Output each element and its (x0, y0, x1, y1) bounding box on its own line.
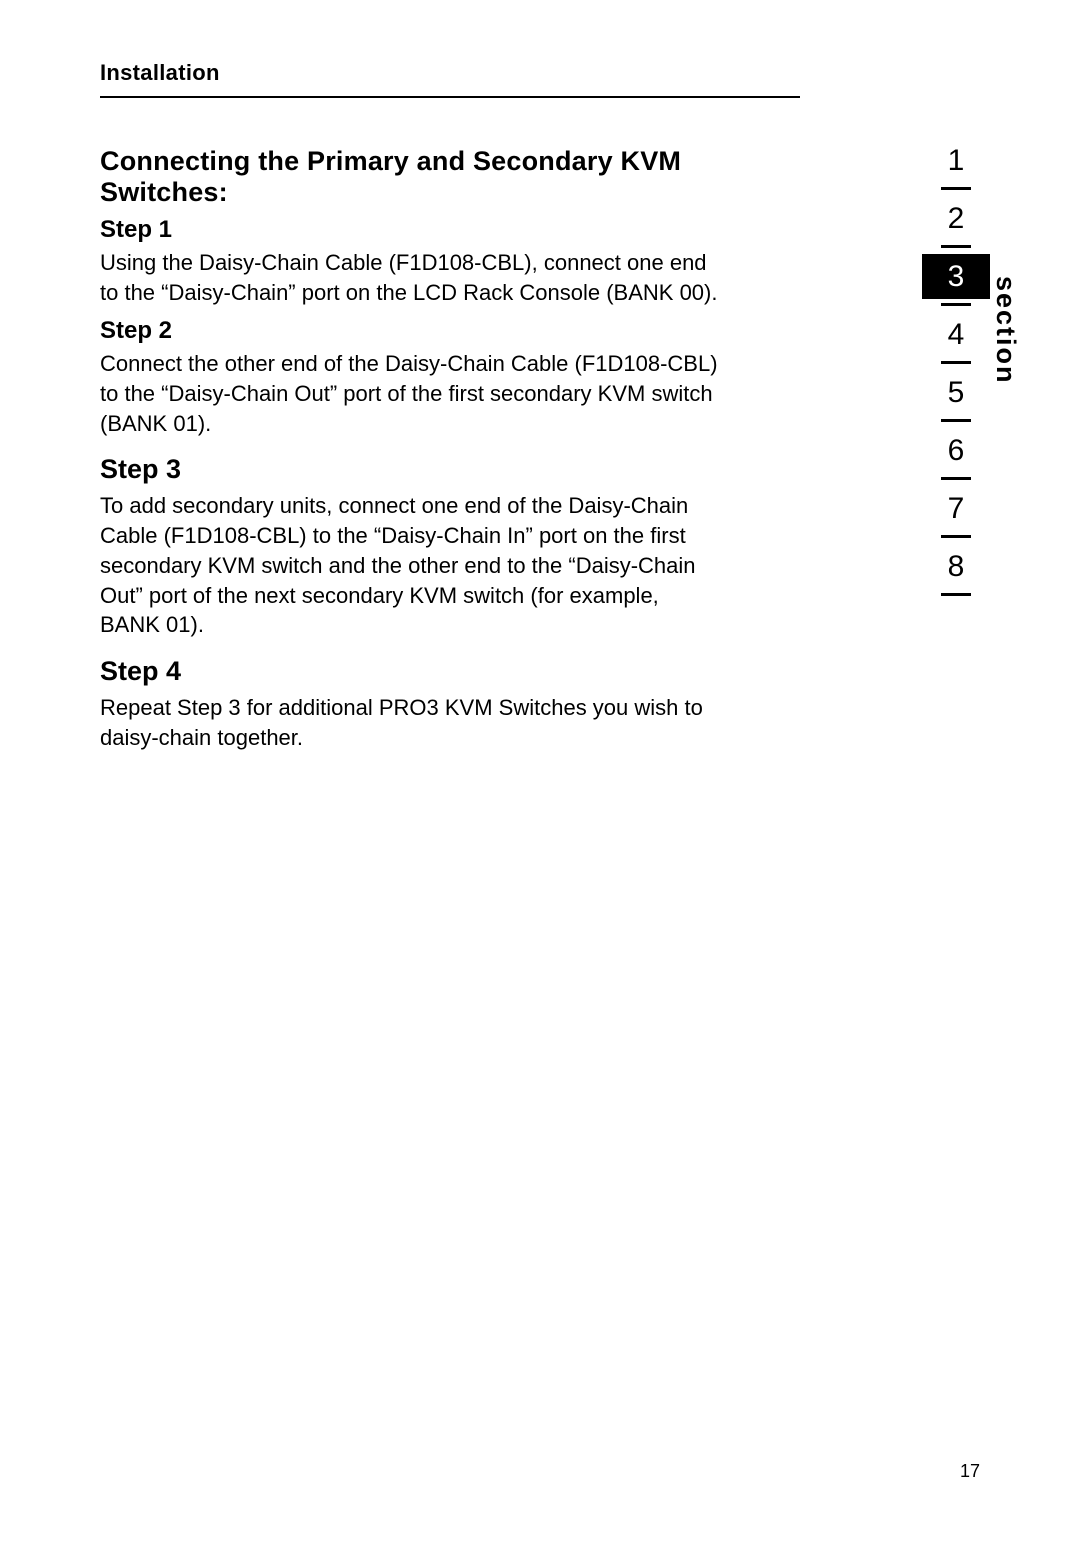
step-block: Step 3 To add secondary units, connect o… (100, 454, 980, 639)
step-4-heading: Step 4 (100, 656, 980, 687)
nav-divider (941, 535, 971, 538)
step-2-heading: Step 2 (100, 317, 980, 345)
step-block: Step 2 Connect the other end of the Dais… (100, 317, 980, 438)
section-nav-item-6[interactable]: 6 (922, 428, 990, 473)
nav-divider (941, 303, 971, 306)
section-nav-item-1[interactable]: 1 (922, 138, 990, 183)
header-rule (100, 96, 800, 98)
step-2-text: Connect the other end of the Daisy-Chain… (100, 349, 720, 438)
page-number: 17 (960, 1461, 980, 1482)
section-nav-item-8[interactable]: 8 (922, 544, 990, 589)
step-block: Step 1 Using the Daisy-Chain Cable (F1D1… (100, 216, 980, 307)
main-heading: Connecting the Primary and Secondary KVM… (100, 146, 800, 208)
step-1-text: Using the Daisy-Chain Cable (F1D108-CBL)… (100, 248, 720, 307)
section-nav-item-3[interactable]: 3 (922, 254, 990, 299)
nav-divider (941, 477, 971, 480)
nav-divider (941, 361, 971, 364)
step-1-heading: Step 1 (100, 216, 980, 244)
nav-divider (941, 187, 971, 190)
nav-divider (941, 245, 971, 248)
step-4-text: Repeat Step 3 for additional PRO3 KVM Sw… (100, 693, 720, 752)
page-header-title: Installation (100, 60, 980, 96)
section-nav: 1 2 3 4 5 6 7 8 section (922, 138, 990, 602)
step-3-heading: Step 3 (100, 454, 980, 485)
step-block: Step 4 Repeat Step 3 for additional PRO3… (100, 656, 980, 752)
section-label: section (990, 276, 1021, 385)
section-nav-item-2[interactable]: 2 (922, 196, 990, 241)
section-nav-item-7[interactable]: 7 (922, 486, 990, 531)
section-nav-item-5[interactable]: 5 (922, 370, 990, 415)
step-3-text: To add secondary units, connect one end … (100, 491, 720, 639)
nav-divider (941, 593, 971, 596)
section-nav-item-4[interactable]: 4 (922, 312, 990, 357)
document-page: Installation Connecting the Primary and … (100, 60, 980, 762)
nav-divider (941, 419, 971, 422)
